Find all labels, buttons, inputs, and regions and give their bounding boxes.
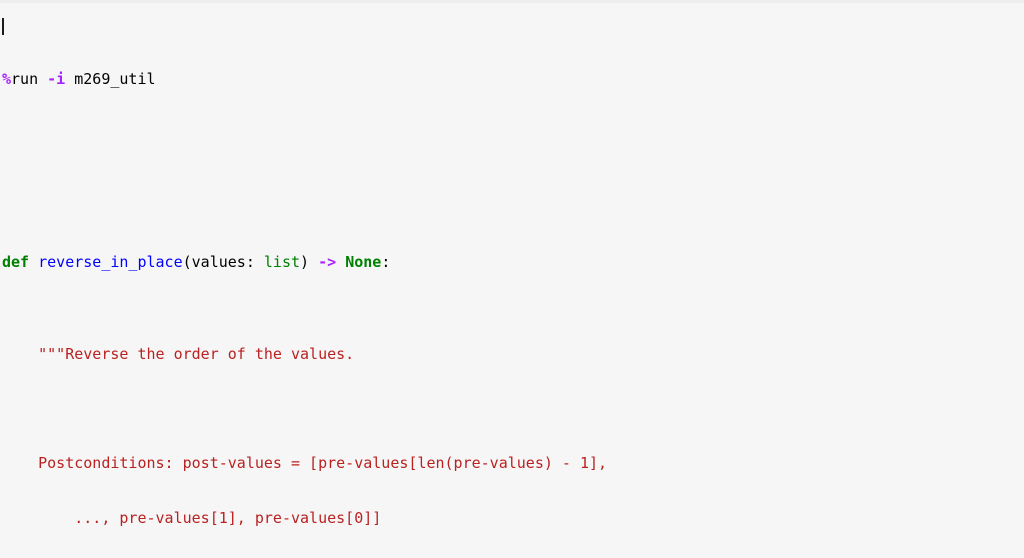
keyword-def: def <box>2 253 30 272</box>
code-line-1[interactable]: %run -i m269_util <box>0 70 1024 88</box>
magic-percent: % <box>2 70 12 89</box>
code-editor-area[interactable]: %run -i m269_util def reverse_in_place(v… <box>0 0 1024 558</box>
return-arrow: -> <box>309 253 346 272</box>
magic-name: run <box>11 70 39 89</box>
keyword-none: None <box>345 253 382 272</box>
function-name: reverse_in_place <box>38 253 183 272</box>
code-line-7[interactable]: ..., pre-values[1], pre-values[0]] <box>0 509 1024 527</box>
type-list: list <box>263 253 301 272</box>
text-caret <box>2 18 4 35</box>
param-values: values <box>191 253 246 272</box>
code-line-6[interactable]: Postconditions: post-values = [pre-value… <box>0 454 1024 472</box>
jupyter-code-cell[interactable]: %run -i m269_util def reverse_in_place(v… <box>0 0 1024 558</box>
code-line-3[interactable]: def reverse_in_place(values: list) -> No… <box>0 253 1024 271</box>
magic-flag: -i <box>47 70 66 89</box>
code-line-4[interactable]: """Reverse the order of the values. <box>0 345 1024 363</box>
code-line-5[interactable] <box>0 400 1024 418</box>
code-line-2[interactable] <box>0 162 1024 180</box>
magic-module: m269_util <box>65 70 156 89</box>
